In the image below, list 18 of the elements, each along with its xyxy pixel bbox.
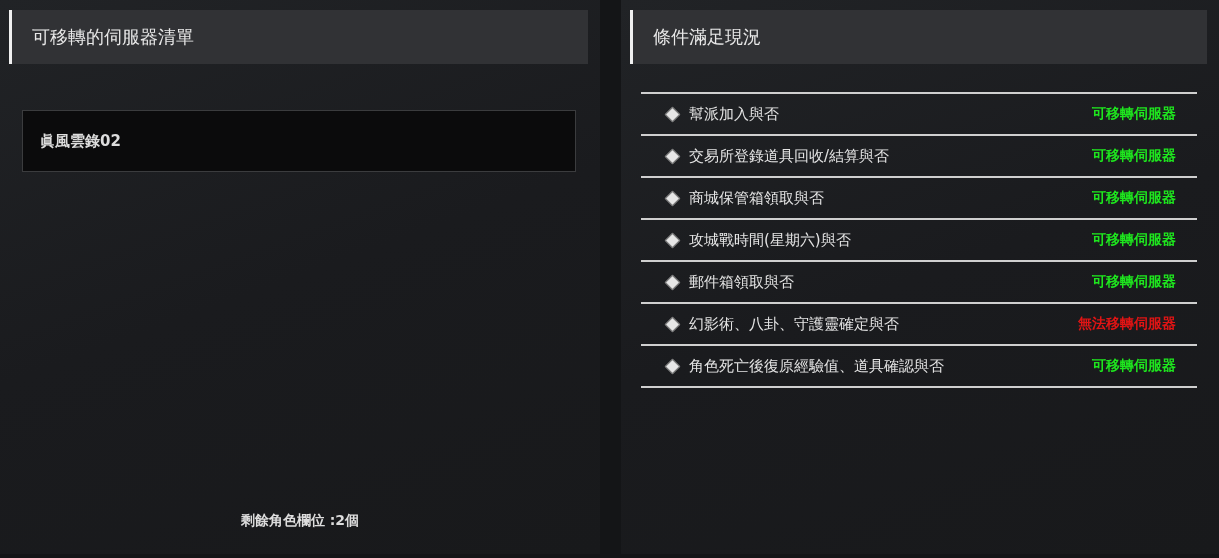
condition-label: 幫派加入與否 — [689, 104, 780, 124]
condition-status: 可移轉伺服器 — [1092, 357, 1176, 375]
condition-status: 可移轉伺服器 — [1092, 231, 1176, 249]
condition-label: 攻城戰時間(星期六)與否 — [689, 230, 852, 250]
condition-label: 郵件箱領取與否 — [689, 272, 795, 292]
condition-label: 商城保管箱領取與否 — [689, 188, 825, 208]
condition-status: 可移轉伺服器 — [1092, 105, 1176, 123]
condition-label: 交易所登錄道具回收/結算與否 — [689, 146, 891, 166]
remaining-slots-text: 剩餘角色欄位 :2個 — [239, 512, 361, 530]
condition-status: 可移轉伺服器 — [1092, 273, 1176, 291]
condition-label: 幻影術、八卦、守護靈確定與否 — [689, 314, 900, 334]
condition-status: 可移轉伺服器 — [1092, 189, 1176, 207]
condition-label: 角色死亡後復原經驗值、道具確認與否 — [689, 356, 945, 376]
condition-status: 無法移轉伺服器 — [1078, 315, 1176, 333]
panel-title: 可移轉的伺服器清單 — [32, 25, 194, 49]
condition-status: 可移轉伺服器 — [1092, 147, 1176, 165]
server-list-item[interactable]: 眞風雲錄02 — [22, 110, 576, 172]
panel-title: 條件滿足現況 — [653, 25, 761, 49]
